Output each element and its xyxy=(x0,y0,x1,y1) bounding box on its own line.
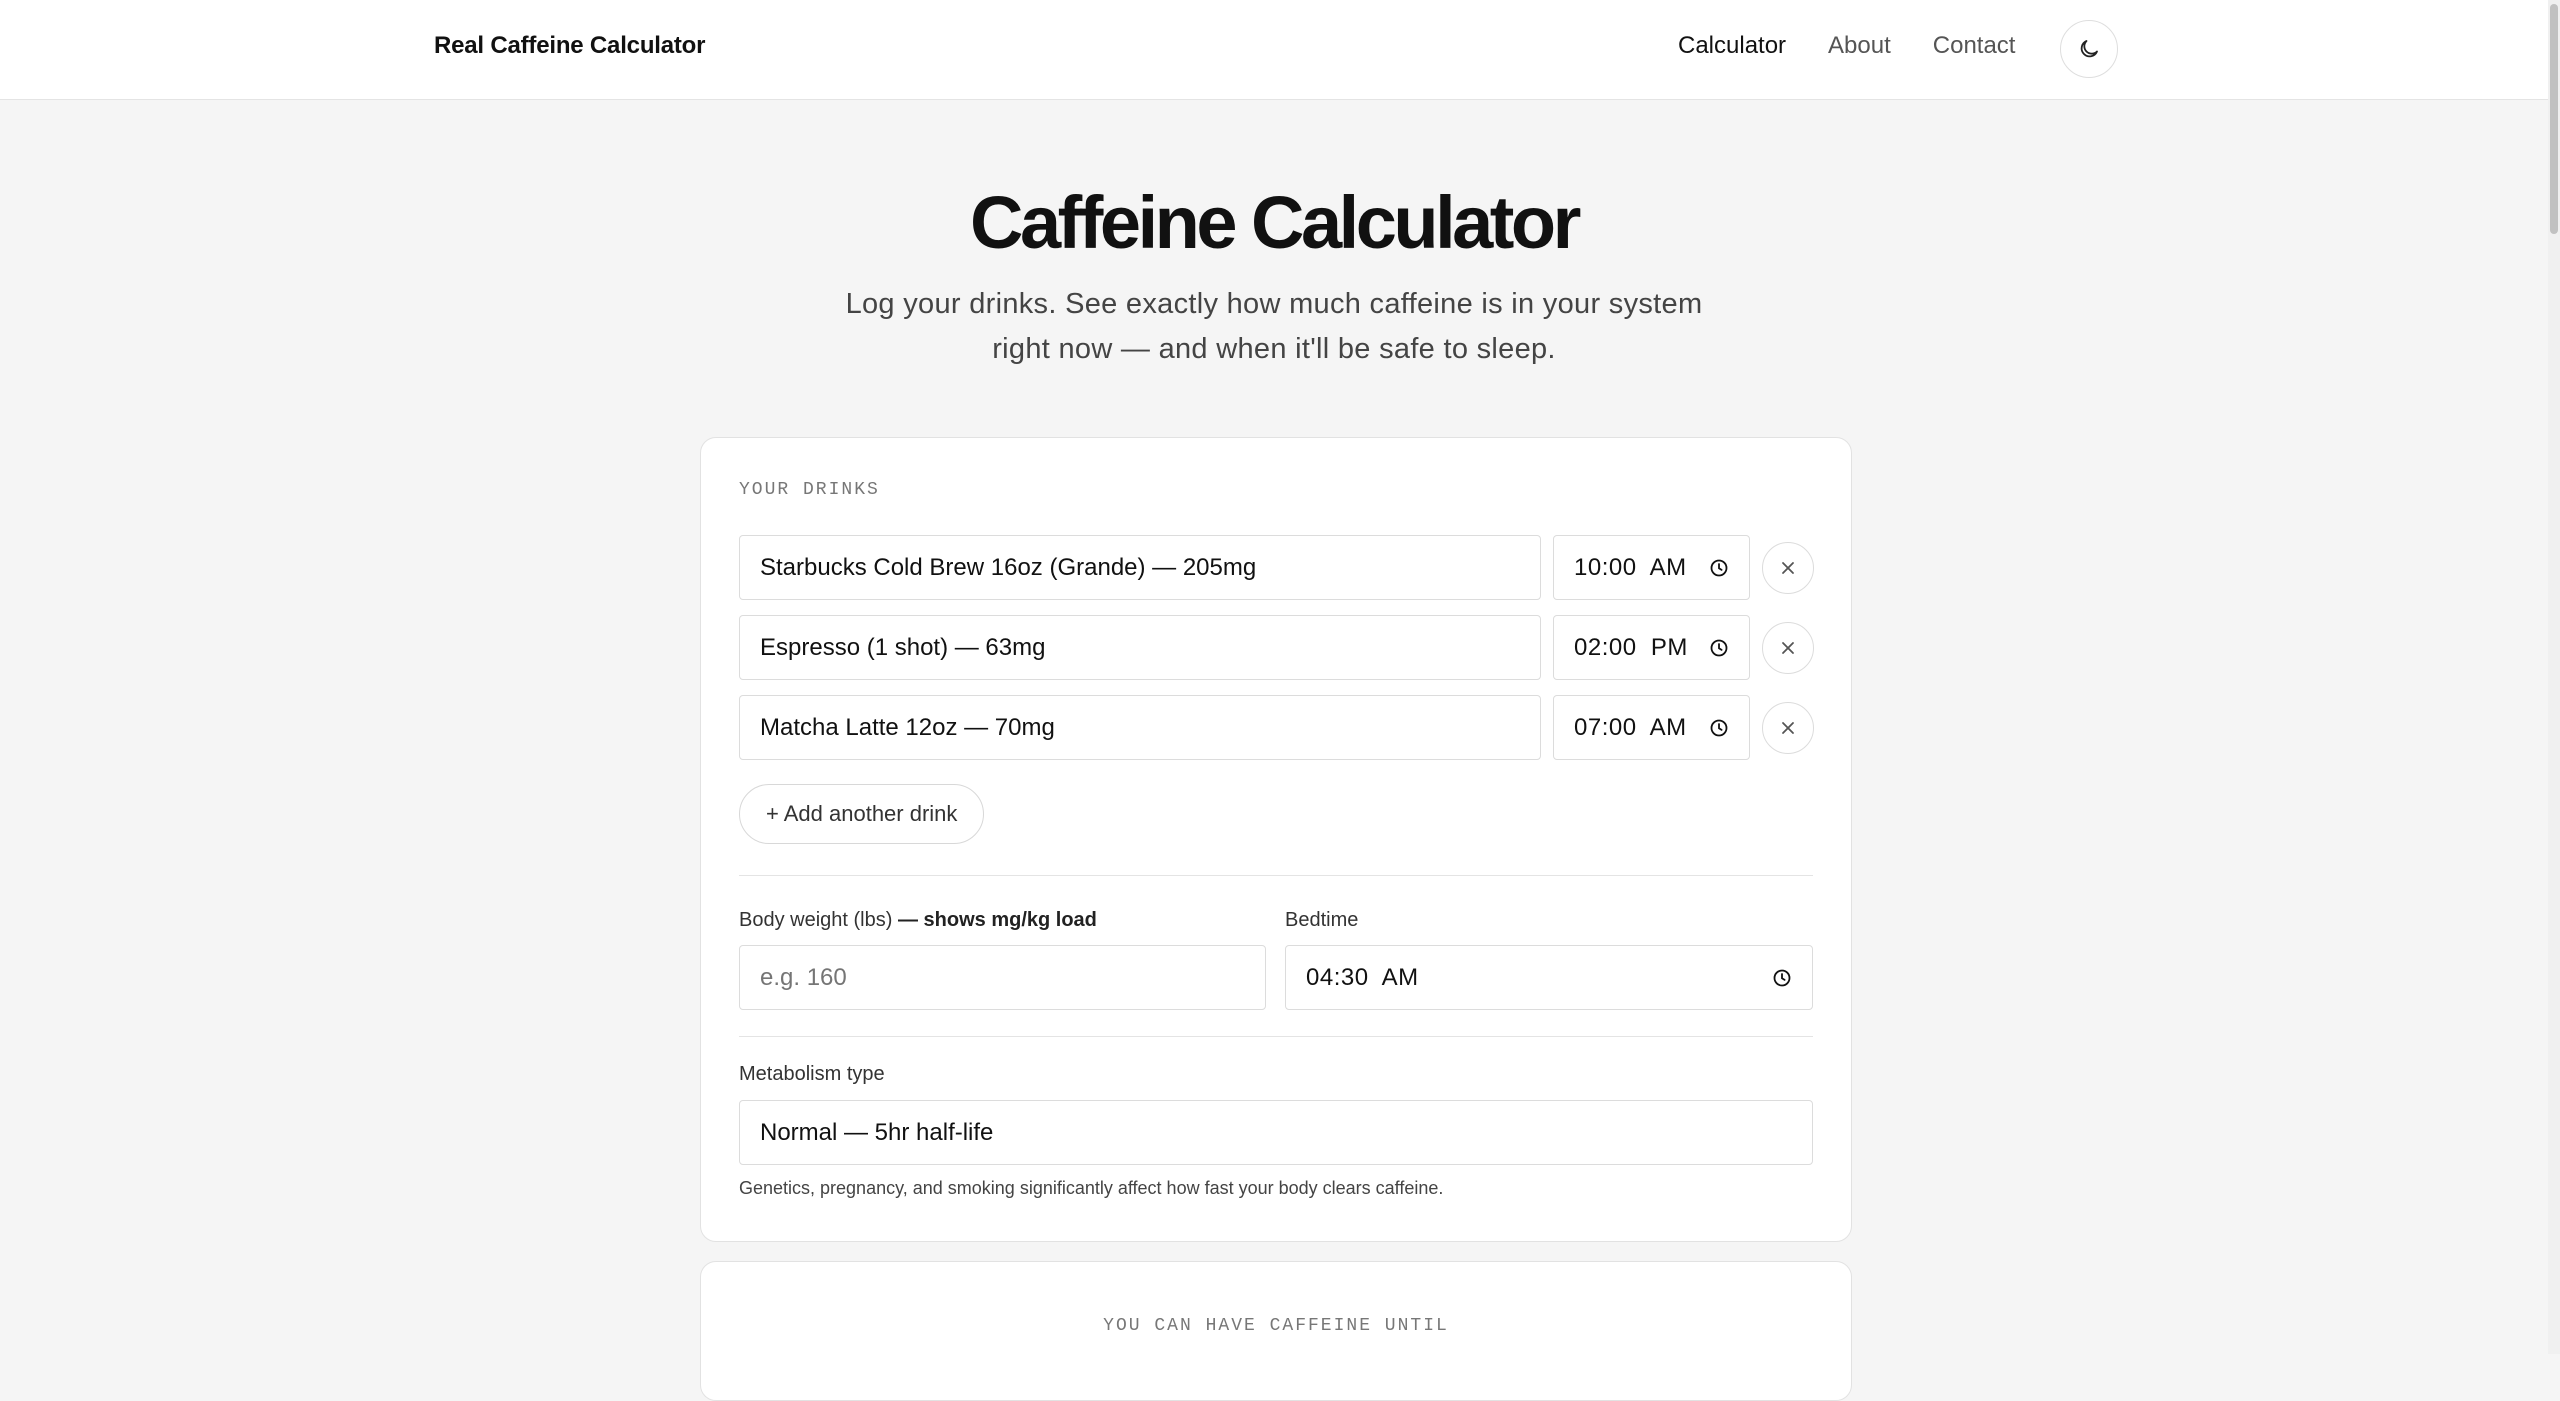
metabolism-select[interactable]: Normal — 5hr half-life xyxy=(739,1100,1813,1165)
subtitle-line-1: Log your drinks. See exactly how much ca… xyxy=(845,288,1703,320)
close-icon xyxy=(1782,642,1794,654)
drink-time-input-2[interactable]: 02:00 PM xyxy=(1553,615,1750,680)
subtitle-line-2: right now — and when it'll be safe to sl… xyxy=(992,333,1556,365)
drink-time-value-2: 02:00 PM xyxy=(1574,633,1688,661)
section-divider xyxy=(739,1036,1813,1037)
nav-link-contact[interactable]: Contact xyxy=(1933,32,2016,60)
main-nav: Calculator About Contact xyxy=(1678,32,2015,60)
remove-drink-button-3[interactable] xyxy=(1762,702,1814,754)
drink-time-input-3[interactable]: 07:00 AM xyxy=(1553,695,1750,760)
drink-select-2[interactable]: Espresso (1 shot) — 63mg xyxy=(739,615,1541,680)
drink-time-input-1[interactable]: 10:00 AM xyxy=(1553,535,1750,600)
remove-drink-button-1[interactable] xyxy=(1762,542,1814,594)
drink-select-3[interactable]: Matcha Latte 12oz — 70mg xyxy=(739,695,1541,760)
moon-icon xyxy=(2080,40,2098,58)
nav-link-calculator[interactable]: Calculator xyxy=(1678,32,1786,60)
drink-time-value-3: 07:00 AM xyxy=(1574,713,1687,741)
page-title: Caffeine Calculator xyxy=(970,181,1581,264)
add-drink-button[interactable]: + Add another drink xyxy=(739,784,985,844)
clock-icon[interactable] xyxy=(1772,968,1792,988)
weight-label-suffix: — shows mg/kg load xyxy=(892,909,1097,931)
body-weight-input[interactable] xyxy=(739,945,1266,1010)
weight-label-main: Body weight (lbs) xyxy=(739,909,893,931)
scrollbar-thumb[interactable] xyxy=(2550,4,2558,234)
drink-time-value-1: 10:00 AM xyxy=(1574,553,1687,581)
page-scrollbar[interactable] xyxy=(2548,0,2560,1354)
brand-logo-text[interactable]: Real Caffeine Calculator xyxy=(434,32,705,60)
section-divider xyxy=(739,875,1813,876)
result-card: YOU CAN HAVE CAFFEINE UNTIL xyxy=(700,1261,1852,1401)
metabolism-helper-text: Genetics, pregnancy, and smoking signifi… xyxy=(739,1178,1444,1198)
theme-toggle-button[interactable] xyxy=(2060,20,2118,78)
result-section-label: YOU CAN HAVE CAFFEINE UNTIL xyxy=(1103,1316,1449,1336)
drinks-card: YOUR DRINKS Starbucks Cold Brew 16oz (Gr… xyxy=(700,437,1852,1242)
clock-icon[interactable] xyxy=(1709,638,1729,658)
close-icon xyxy=(1782,722,1794,734)
clock-icon[interactable] xyxy=(1709,558,1729,578)
top-navbar: Real Caffeine Calculator Calculator Abou… xyxy=(0,0,2548,100)
drinks-section-label: YOUR DRINKS xyxy=(739,480,880,500)
weight-label: Body weight (lbs) — shows mg/kg load xyxy=(739,909,1097,932)
metabolism-label: Metabolism type xyxy=(739,1063,885,1085)
bedtime-label: Bedtime xyxy=(1285,909,1359,931)
drink-select-1[interactable]: Starbucks Cold Brew 16oz (Grande) — 205m… xyxy=(739,535,1541,600)
page-subtitle: Log your drinks. See exactly how much ca… xyxy=(824,282,1724,372)
close-icon xyxy=(1782,562,1794,574)
remove-drink-button-2[interactable] xyxy=(1762,622,1814,674)
nav-link-about[interactable]: About xyxy=(1828,32,1891,60)
bedtime-input[interactable]: 04:30 AM xyxy=(1285,945,1813,1010)
bedtime-value: 04:30 AM xyxy=(1306,963,1419,991)
clock-icon[interactable] xyxy=(1709,718,1729,738)
